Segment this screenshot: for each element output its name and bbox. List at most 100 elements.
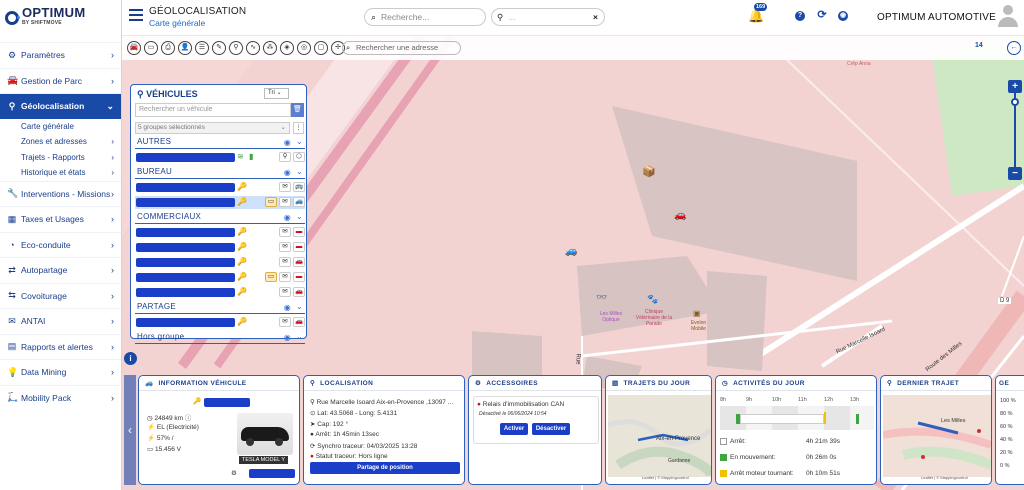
more-options-icon[interactable]: ⋮	[293, 122, 304, 134]
vehicle-row-selected[interactable]: 🔑 ▭ ✉ 🚙	[135, 196, 305, 209]
car-icon[interactable]: 🚗	[293, 287, 305, 297]
sidebar-sub-historique[interactable]: Historique et états ›	[0, 165, 121, 181]
globe-icon[interactable]: ◉	[284, 137, 291, 149]
deactivate-button[interactable]: Désactiver	[532, 423, 570, 435]
sidebar-sub-trajets[interactable]: Trajets - Rapports ›	[0, 150, 121, 166]
pin-icon[interactable]: ⚲	[279, 152, 291, 162]
chevron-down-icon[interactable]: ⌄	[296, 136, 303, 148]
refresh-icon[interactable]: ⟳	[817, 10, 827, 21]
activity-timeline[interactable]	[720, 406, 874, 430]
card-icon[interactable]: ▭	[265, 272, 277, 282]
group-header-partage[interactable]: PARTAGE ◉ ⌄	[135, 301, 305, 314]
vehicle-row[interactable]: 🔑 ▭ ✉ ▬	[135, 271, 305, 284]
sidebar-item-antai[interactable]: ✉ ANTAI ›	[0, 308, 121, 334]
sidebar-item-interventions[interactable]: 🔧 Interventions - Missions ›	[0, 180, 121, 207]
location-input[interactable]: ⚲... ×	[491, 8, 605, 26]
mail-icon[interactable]: ✉	[279, 317, 291, 327]
vehicle-row[interactable]: 🔑 ✉ 🚗	[135, 256, 305, 269]
mail-icon[interactable]: ✉	[279, 287, 291, 297]
vehicle-row[interactable]: 🔑 ✉ 🚗	[135, 316, 305, 329]
car-filter-icon[interactable]: 🚘	[127, 41, 141, 55]
plate-icon[interactable]: ▭	[144, 41, 158, 55]
globe-icon[interactable]: ◉	[284, 332, 291, 344]
store-icon[interactable]: ▣	[693, 309, 701, 318]
group-header-bureau[interactable]: BUREAU ◉ ⌄	[135, 166, 305, 179]
avatar[interactable]	[997, 5, 1019, 29]
sidebar-item-eco[interactable]: ◔ Eco-conduite ›	[0, 231, 121, 258]
globe-icon[interactable]: ◉	[284, 167, 291, 179]
vet-icon[interactable]: 🐾	[647, 294, 658, 305]
sidebar-item-geolocalisation[interactable]: ⚲ Géolocalisation ⌄	[0, 93, 121, 119]
car-icon[interactable]: 🚙	[293, 197, 305, 207]
pin-icon[interactable]: ⚲	[229, 41, 243, 55]
chevron-down-icon[interactable]: ⌄	[296, 211, 303, 223]
target-icon[interactable]: ◎	[297, 41, 311, 55]
optician-icon[interactable]: 👓	[596, 292, 607, 303]
gear-icon[interactable]: ⚙	[231, 469, 237, 477]
car-icon[interactable]: ▬	[293, 242, 305, 252]
group-header-hors-groupe[interactable]: Hors groupe ◉ ⌄	[135, 331, 305, 344]
car-icon[interactable]: ▬	[293, 227, 305, 237]
square-icon[interactable]: ▢	[314, 41, 328, 55]
edit-icon[interactable]: ✎	[212, 41, 226, 55]
sidebar-item-gestion-parc[interactable]: 🚘 Gestion de Parc ›	[0, 67, 121, 94]
sidebar-item-mobility[interactable]: 🛴 Mobility Pack ›	[0, 384, 121, 411]
page-subtitle[interactable]: Carte générale	[149, 18, 205, 28]
globe-icon[interactable]: ◉	[284, 212, 291, 224]
share-position-button[interactable]: Partage de position	[310, 462, 460, 474]
layers-icon[interactable]: ◈	[280, 41, 294, 55]
menu-toggle-icon[interactable]	[129, 9, 143, 24]
mail-icon[interactable]: ✉	[279, 227, 291, 237]
mail-icon[interactable]: ✉	[279, 242, 291, 252]
card-icon[interactable]: ▭	[265, 197, 277, 207]
globe-icon[interactable]: ◉	[838, 11, 848, 21]
sidebar-sub-carte[interactable]: Carte générale	[0, 119, 121, 135]
car-icon[interactable]: ▬	[293, 272, 305, 282]
mail-icon[interactable]: ✉	[279, 182, 291, 192]
sidebar-item-covoiturage[interactable]: ⇆ Covoiturage ›	[0, 282, 121, 309]
trash-icon[interactable]: 🗑	[291, 103, 304, 117]
zoom-out-button[interactable]: −	[1008, 167, 1022, 180]
route-icon[interactable]: ∿	[246, 41, 260, 55]
sidebar-item-rapports[interactable]: ▤ Rapports et alertes ›	[0, 333, 121, 360]
mail-icon[interactable]: ✉	[279, 257, 291, 267]
group-header-autres[interactable]: AUTRES ◉ ⌄	[135, 136, 305, 149]
chevron-down-icon[interactable]: ⌄	[296, 331, 303, 343]
print-icon[interactable]: ⎙	[161, 41, 175, 55]
global-search-input[interactable]: ⌕ Recherche...	[364, 8, 486, 26]
vehicle-marker-icon[interactable]: 🚙	[565, 246, 577, 257]
vehicle-row[interactable]: 🔑 ✉ 🚌	[135, 181, 305, 194]
bus-icon[interactable]: 🚌	[293, 182, 305, 192]
mail-icon[interactable]: ✉	[279, 197, 291, 207]
vehicle-search-input[interactable]: Rechercher un véhicule	[135, 103, 291, 117]
panel-prev-arrow[interactable]: ‹	[124, 375, 136, 485]
group-header-commerciaux[interactable]: COMMERCIAUX ◉ ⌄	[135, 211, 305, 224]
address-search-input[interactable]: ⌕ Rechercher une adresse	[342, 41, 461, 55]
vehicle-row[interactable]: 🔑 ✉ 🚗	[135, 286, 305, 299]
group-select[interactable]: 5 groupes sélectionnés ⌄	[135, 122, 290, 134]
person-icon[interactable]: 👤	[178, 41, 192, 55]
list-icon[interactable]: ☰	[195, 41, 209, 55]
brand-logo[interactable]: OPTIMUM BY SHIFTMOVE	[0, 0, 121, 36]
car-icon[interactable]: 🚗	[293, 257, 305, 267]
globe-icon[interactable]: ◉	[284, 302, 291, 314]
info-icon[interactable]: i	[124, 352, 137, 365]
mail-icon[interactable]: ✉	[279, 272, 291, 282]
activate-button[interactable]: Activer	[500, 423, 528, 435]
parcel-marker-icon[interactable]: 📦	[642, 165, 656, 178]
clear-icon[interactable]: ×	[593, 12, 598, 22]
car-marker-icon[interactable]: 🚗	[674, 210, 686, 221]
last-trip-minimap[interactable]	[883, 395, 991, 477]
sidebar-item-taxes[interactable]: ▦ Taxes et Usages ›	[0, 206, 121, 232]
sidebar-item-parametres[interactable]: ⚙ Paramètres ›	[0, 42, 121, 68]
sidebar-item-autopartage[interactable]: ⇄ Autopartage ›	[0, 257, 121, 283]
group-icon[interactable]: ⁂	[263, 41, 277, 55]
help-icon[interactable]: ?	[795, 11, 805, 21]
vehicle-row[interactable]: 🔑 ✉ ▬	[135, 241, 305, 254]
zoom-in-button[interactable]: +	[1008, 80, 1022, 93]
chevron-down-icon[interactable]: ⌄	[296, 166, 303, 178]
back-arrow-icon[interactable]: ←	[1007, 41, 1021, 55]
car-icon[interactable]: 🚗	[293, 317, 305, 327]
vehicle-row[interactable]: ≋ ▮ ⚲ ⬡	[135, 151, 305, 164]
sidebar-sub-zones[interactable]: Zones et adresses ›	[0, 134, 121, 150]
